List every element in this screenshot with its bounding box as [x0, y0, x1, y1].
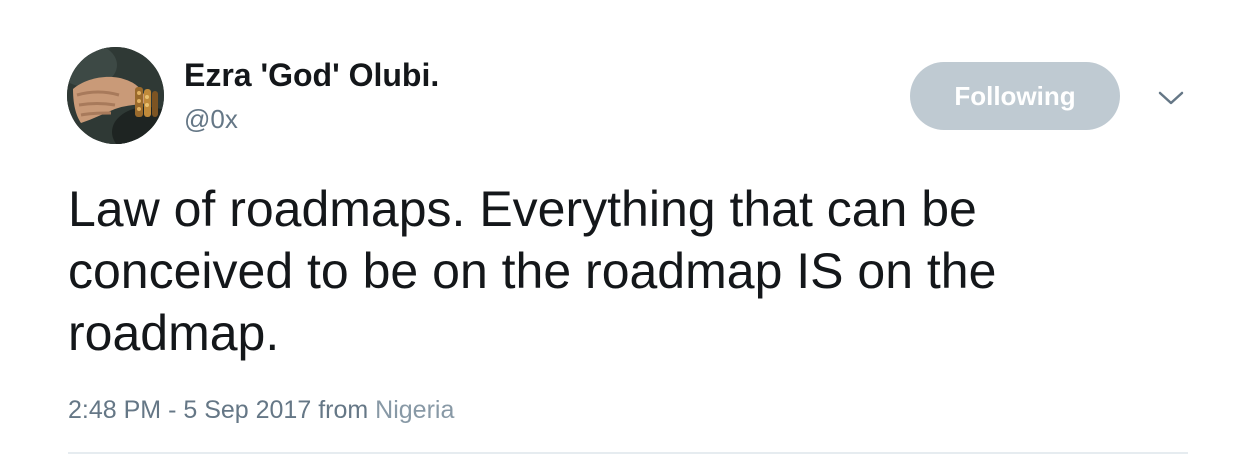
tweet-time[interactable]: 2:48 PM: [68, 396, 161, 424]
from-label: from: [318, 396, 369, 424]
tweet-text: Law of roadmaps. Everything that can be …: [68, 181, 997, 361]
tweet-card: Ezra 'God' Olubi. @0x Following Law of r…: [0, 0, 1250, 456]
tweet-meta: 2:48 PM - 5 Sep 2017 from Nigeria: [68, 394, 454, 426]
avatar[interactable]: [67, 47, 164, 144]
tweet-date[interactable]: 5 Sep 2017: [183, 396, 311, 424]
avatar-image: [67, 47, 164, 144]
user-handle[interactable]: @0x: [184, 103, 238, 135]
chevron-down-icon: [1158, 91, 1184, 105]
following-button[interactable]: Following: [910, 62, 1120, 130]
location-link[interactable]: Nigeria: [375, 396, 454, 424]
divider: [68, 452, 1188, 454]
display-name[interactable]: Ezra 'God' Olubi.: [184, 56, 439, 94]
more-options-button[interactable]: [1156, 86, 1186, 110]
meta-separator: -: [168, 396, 177, 424]
